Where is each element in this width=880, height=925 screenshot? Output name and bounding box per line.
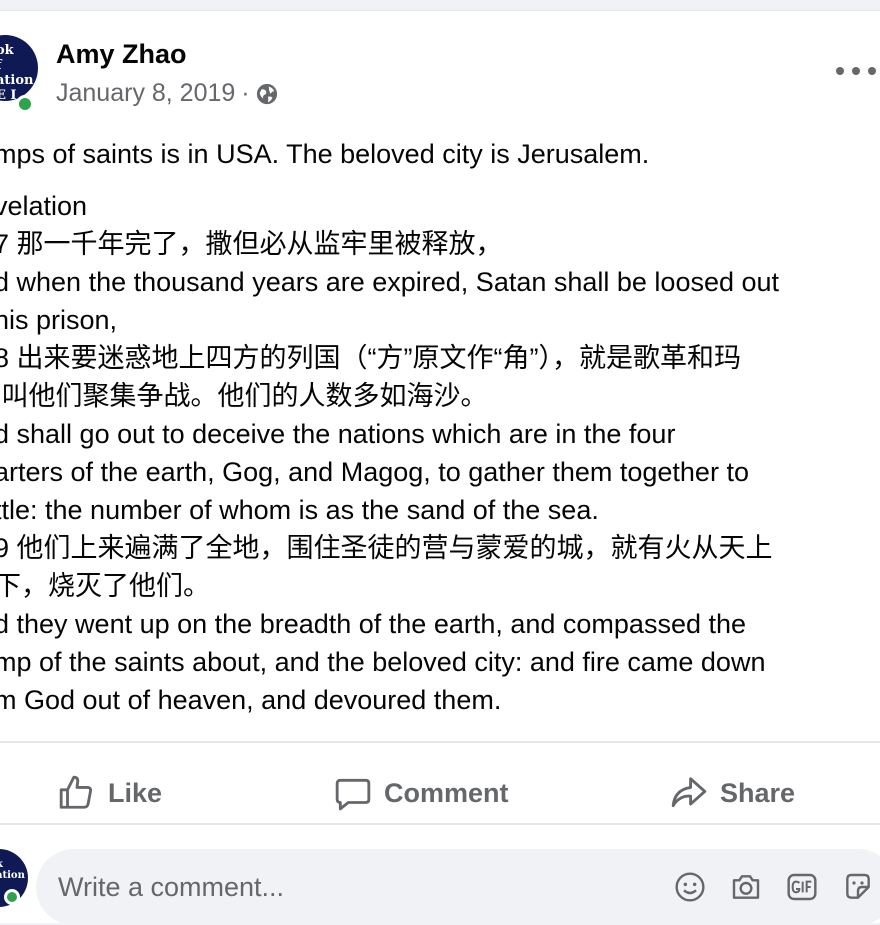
author-avatar[interactable]: ok f ation E I [0,35,38,101]
post-card: ok f ation E I Amy Zhao January 8, 2019 … [0,10,880,925]
emoji-icon[interactable] [674,871,706,903]
actions-bottom-divider [0,823,880,825]
sticker-icon[interactable] [842,871,874,903]
post-line: his prison, [0,305,118,335]
post-line: 8 出来要迷惑地上四方的列国（“方”原文作“角”），就是歌革和玛 [0,343,741,373]
post-line: d they went up on the breadth of the ear… [0,609,747,639]
online-status-dot [16,95,34,113]
post-line: d shall go out to deceive the nations wh… [0,419,676,449]
post-line: velation [0,191,88,221]
thumbs-up-icon [59,775,93,809]
post-meta: January 8, 2019 · [56,79,278,108]
like-label: Like [108,777,163,808]
post-line: 叫他们聚集争战。他们的人数多如海沙。 [0,381,488,411]
post-line: ttle: the number of whom is as the sand … [0,495,599,525]
share-label: Share [720,777,796,808]
commenter-avatar-logo: k ation [0,859,25,881]
comment-button[interactable]: Comment [334,763,509,823]
more-dot [836,67,844,75]
more-options-icon[interactable] [836,63,876,79]
like-button[interactable]: Like [58,763,162,823]
post-line: m God out of heaven, and devoured them. [0,685,502,715]
avatar-logo: ok f ation E I [0,43,34,101]
commenter-online-dot [4,889,20,905]
comment-input[interactable] [58,849,618,925]
author-name[interactable]: Amy Zhao [56,39,187,70]
more-dot [868,67,876,75]
comment-bubble-icon [335,778,371,811]
share-button[interactable]: Share [670,763,795,823]
share-arrow-icon [671,777,707,808]
globe-icon[interactable] [256,83,278,105]
post-line: d when the thousand years are expired, S… [0,267,780,297]
post-intro: mps of saints is in USA. The beloved cit… [0,139,650,169]
post-date[interactable]: January 8, 2019 [56,79,235,108]
gif-icon[interactable] [786,871,818,903]
post-line: arters of the earth, Gog, and Magog, to … [0,457,749,487]
comment-box[interactable] [36,849,880,925]
post-text: mps of saints is in USA. The beloved cit… [0,135,779,719]
post-line: 7 那一千年完了，撒但必从监牢里被释放， [0,229,503,259]
comment-label: Comment [384,777,509,808]
post-line: mp of the saints about, and the beloved … [0,647,766,677]
camera-icon[interactable] [730,871,762,903]
post-line: 9 他们上来遍满了全地，围住圣徒的营与蒙爱的城，就有火从天上 [0,533,773,563]
post-line: 下，烧灭了他们。 [0,571,210,601]
more-dot [852,67,860,75]
actions-top-divider [0,741,880,743]
meta-separator: · [241,79,250,107]
